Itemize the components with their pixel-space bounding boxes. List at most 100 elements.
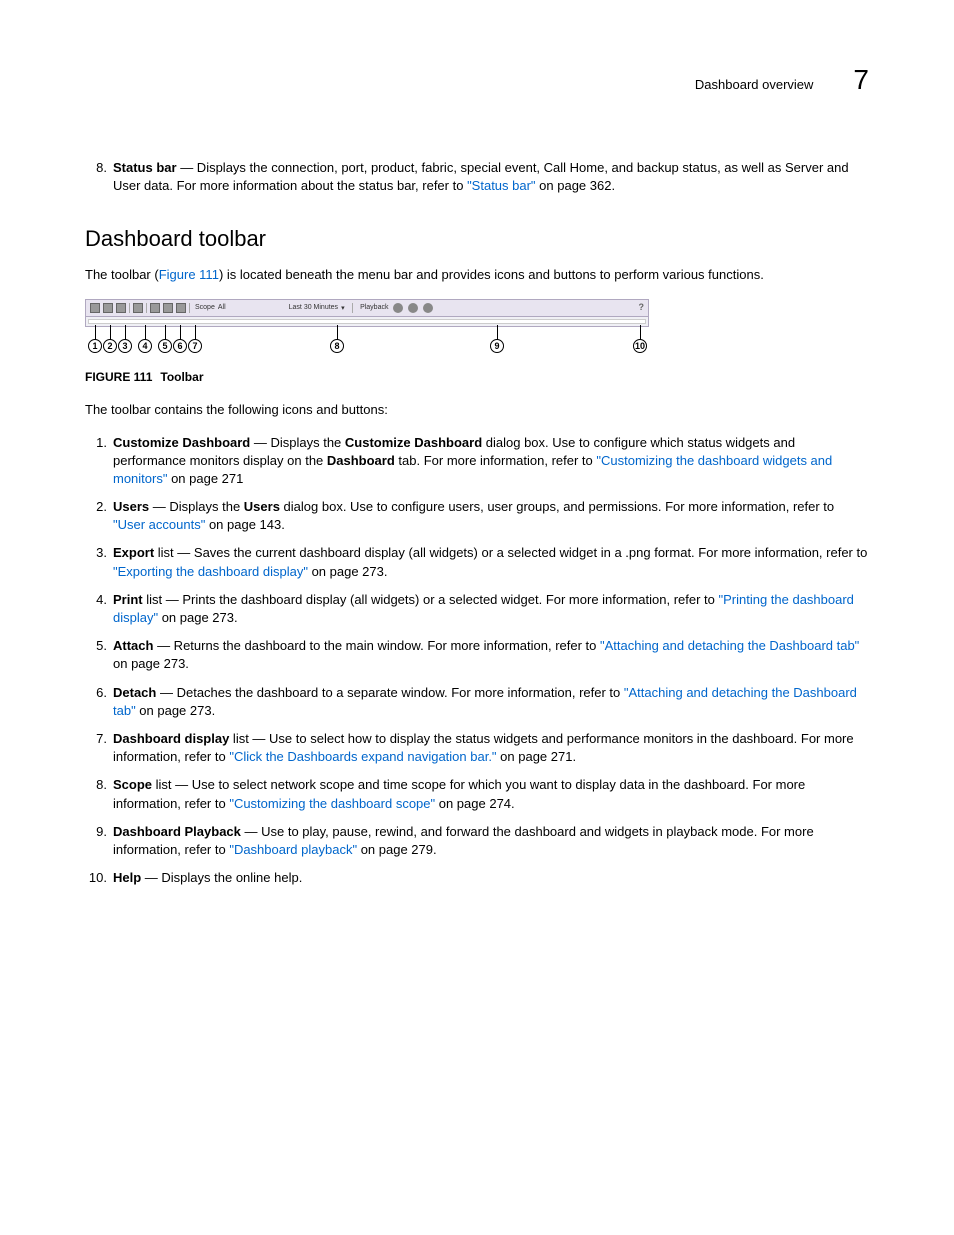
toolbar-row: Scope All Last 30 Minutes ▾ Playback ? [86, 300, 648, 316]
figure-toolbar: Scope All Last 30 Minutes ▾ Playback ? 1… [85, 299, 869, 386]
toolbar-screenshot: Scope All Last 30 Minutes ▾ Playback ? [85, 299, 649, 327]
figure-caption: FIGURE 111Toolbar [85, 369, 869, 386]
callout-marker: 9 [490, 339, 504, 353]
item-term: Scope [113, 777, 152, 792]
item-text: dialog box. Use to configure users, user… [280, 499, 834, 514]
item-text: list — Saves the current dashboard displ… [154, 545, 867, 560]
page-header: Dashboard overview 7 [85, 60, 869, 99]
item-text: on page 271 [167, 471, 243, 486]
item-text: on page 143. [205, 517, 285, 532]
item-term: Help [113, 870, 141, 885]
item-text: on page 273. [308, 564, 388, 579]
cross-ref-link[interactable]: "User accounts" [113, 517, 205, 532]
users-icon [103, 303, 113, 313]
status-bar-link[interactable]: "Status bar" [467, 178, 536, 193]
item-number: 9. [85, 823, 107, 859]
section-heading: Dashboard toolbar [85, 224, 869, 255]
playback-label: Playback [360, 303, 388, 313]
item-number: 6. [85, 684, 107, 720]
item-term: Attach [113, 638, 153, 653]
callout-marker: 2 [103, 339, 117, 353]
item-number: 10. [85, 869, 107, 887]
item-term: Detach [113, 685, 156, 700]
forward-icon [423, 303, 433, 313]
item-text: on page 273. [136, 703, 216, 718]
figure-title: Toolbar [160, 370, 203, 384]
item-body: Export list — Saves the current dashboar… [113, 544, 869, 580]
play-icon [408, 303, 418, 313]
item-text: — Displays the [250, 435, 345, 450]
item-term: Status bar [113, 160, 177, 175]
list-item: 4.Print list — Prints the dashboard disp… [85, 591, 869, 627]
list-intro: The toolbar contains the following icons… [85, 401, 869, 419]
cross-ref-link[interactable]: "Click the Dashboards expand navigation … [229, 749, 496, 764]
list-item: 10. Help — Displays the online help. [85, 869, 869, 887]
item-number: 5. [85, 637, 107, 673]
callout-row: 12345678910 [85, 325, 649, 355]
export-icon [116, 303, 126, 313]
chapter-number: 7 [853, 60, 869, 99]
pre-list: 8. Status bar — Displays the connection,… [85, 159, 869, 195]
item-number: 2. [85, 498, 107, 534]
callout-marker: 8 [330, 339, 344, 353]
time-scope-label: Last 30 Minutes [289, 303, 338, 313]
callout-marker: 3 [118, 339, 132, 353]
customize-dashboard-icon [90, 303, 100, 313]
item-text: on page 273. [158, 610, 238, 625]
item-number: 7. [85, 730, 107, 766]
separator-icon [129, 303, 130, 313]
item-body: Customize Dashboard — Displays the Custo… [113, 434, 869, 489]
item-text: — Returns the dashboard to the main wind… [153, 638, 600, 653]
detach-icon [163, 303, 173, 313]
item-body: Dashboard Playback — Use to play, pause,… [113, 823, 869, 859]
intro-before: The toolbar ( [85, 267, 159, 282]
header-title: Dashboard overview [695, 76, 814, 94]
item-body: Detach — Detaches the dashboard to a sep… [113, 684, 869, 720]
item-term: Dashboard Playback [113, 824, 241, 839]
separator-icon [352, 303, 353, 313]
list-item: 5. Attach — Returns the dashboard to the … [85, 637, 869, 673]
toolbar-items-list: 1.Customize Dashboard — Displays the Cus… [85, 434, 869, 888]
item-text: on page 273. [113, 656, 189, 671]
item-number: 1. [85, 434, 107, 489]
separator-icon [146, 303, 147, 313]
list-item: 3.Export list — Saves the current dashbo… [85, 544, 869, 580]
item-text-after: on page 362. [536, 178, 616, 193]
item-body: Help — Displays the online help. [113, 869, 869, 887]
list-item: 9.Dashboard Playback — Use to play, paus… [85, 823, 869, 859]
cross-ref-link[interactable]: "Attaching and detaching the Dashboard t… [600, 638, 859, 653]
item-text: tab. For more information, refer to [395, 453, 597, 468]
intro-paragraph: The toolbar (Figure 111) is located bene… [85, 266, 869, 284]
bold-text: Customize Dashboard [345, 435, 482, 450]
item-text: on page 279. [357, 842, 437, 857]
item-term: Customize Dashboard [113, 435, 250, 450]
help-icon: ? [639, 301, 645, 314]
figure-ref-link[interactable]: Figure 111 [159, 267, 219, 282]
callout-marker: 1 [88, 339, 102, 353]
print-icon [133, 303, 143, 313]
item-text: on page 271. [497, 749, 577, 764]
item-body: Print list — Prints the dashboard displa… [113, 591, 869, 627]
item-body: Dashboard display list — Use to select h… [113, 730, 869, 766]
item-term: Dashboard display [113, 731, 229, 746]
item-body: Scope list — Use to select network scope… [113, 776, 869, 812]
cross-ref-link[interactable]: "Customizing the dashboard scope" [229, 796, 435, 811]
list-item: 2.Users — Displays the Users dialog box.… [85, 498, 869, 534]
scope-value: All [218, 303, 226, 313]
item-text: — Displays the [149, 499, 244, 514]
item-term: Users [113, 499, 149, 514]
list-item: 7.Dashboard display list — Use to select… [85, 730, 869, 766]
callout-marker: 10 [633, 339, 647, 353]
item-number: 3. [85, 544, 107, 580]
callout-marker: 4 [138, 339, 152, 353]
scope-label: Scope [195, 303, 215, 313]
item-number: 8. [85, 776, 107, 812]
item-number: 4. [85, 591, 107, 627]
callout-marker: 7 [188, 339, 202, 353]
item-text: on page 274. [435, 796, 515, 811]
item-text: — Displays the online help. [141, 870, 302, 885]
cross-ref-link[interactable]: "Exporting the dashboard display" [113, 564, 308, 579]
cross-ref-link[interactable]: "Dashboard playback" [229, 842, 357, 857]
item-text: list — Prints the dashboard display (all… [143, 592, 719, 607]
rewind-icon [393, 303, 403, 313]
